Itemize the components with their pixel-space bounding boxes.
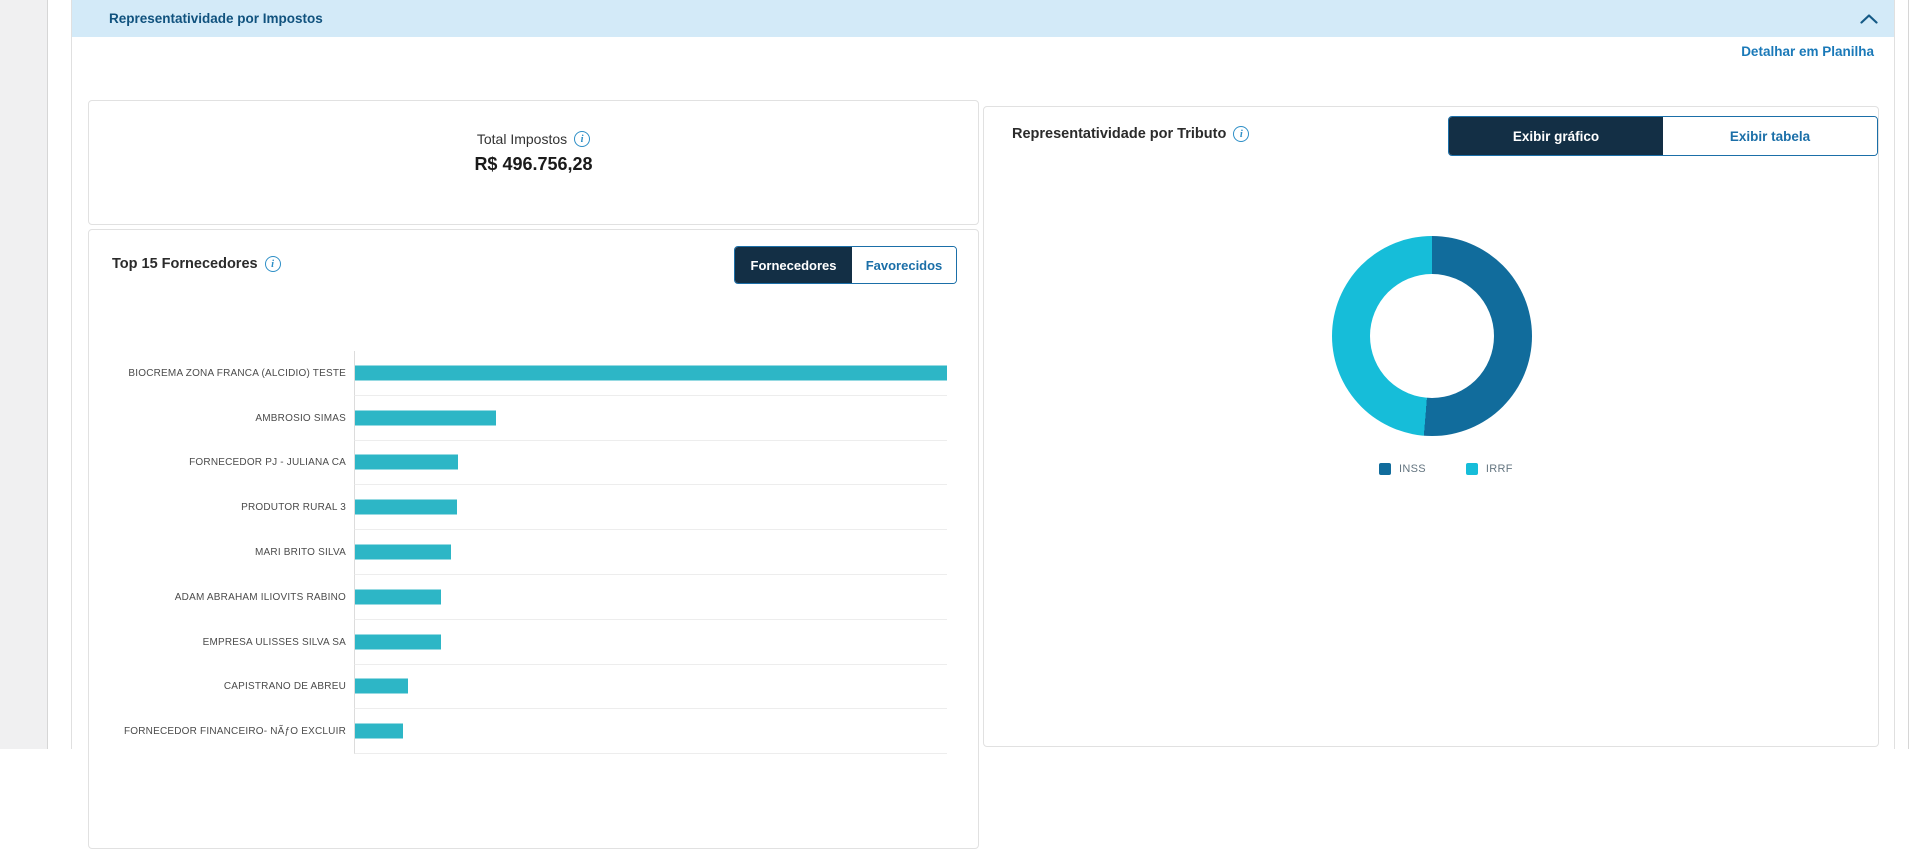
bar-category-label: BIOCREMA ZONA FRANCA (ALCIDIO) TESTE <box>128 367 346 379</box>
left-sidebar-strip <box>0 0 48 749</box>
bar-value <box>355 544 451 560</box>
bar-track <box>354 440 947 486</box>
bar-row: AMBROSIO SIMAS <box>89 395 947 441</box>
impostos-panel: Representatividade por Impostos Detalhar… <box>71 0 1895 849</box>
bar-value <box>355 454 458 470</box>
panel-header-representatividade-impostos[interactable]: Representatividade por Impostos <box>72 0 1894 37</box>
legend-item-inss[interactable]: INSS <box>1379 463 1426 475</box>
top-fornecedores-title: Top 15 Fornecedores <box>112 256 258 272</box>
bar-value <box>355 499 457 515</box>
bar-category-label: PRODUTOR RURAL 3 <box>241 502 346 514</box>
bar-row: FORNECEDOR FINANCEIRO- NÃƒO EXCLUIR <box>89 709 947 755</box>
grafico-tabela-toggle: Exibir gráfico Exibir tabela <box>1448 116 1878 156</box>
toggle-exibir-grafico-button[interactable]: Exibir gráfico <box>1449 117 1663 155</box>
bar-row: EMPRESA ULISSES SILVA SA <box>89 619 947 665</box>
legend-label: IRRF <box>1485 463 1513 475</box>
info-icon[interactable]: i <box>574 131 591 147</box>
toggle-fornecedores-button[interactable]: Fornecedores <box>735 247 852 283</box>
donut-legend: INSS IRRF <box>1379 463 1513 475</box>
info-icon[interactable]: i <box>264 256 281 272</box>
bar-track <box>354 351 947 396</box>
bar-track <box>354 574 947 620</box>
legend-swatch-icon <box>1379 463 1391 475</box>
bar-row: MARI BRITO SILVA <box>89 530 947 575</box>
bar-category-label: FORNECEDOR FINANCEIRO- NÃƒO EXCLUIR <box>123 726 346 738</box>
bar-value <box>355 723 403 739</box>
bar-row: FORNECEDOR PJ - JULIANA CA <box>89 440 947 486</box>
bar-category-label: CAPISTRANO DE ABREU <box>223 681 346 693</box>
bar-value <box>355 410 497 426</box>
bar-value <box>355 634 441 650</box>
bar-row: ADAM ABRAHAM ILIOVITS RABINO <box>89 574 947 620</box>
bar-category-label: AMBROSIO SIMAS <box>255 412 346 424</box>
fornecedores-favorecidos-toggle: Fornecedores Favorecidos <box>734 246 957 284</box>
bar-row: CAPISTRANO DE ABREU <box>89 664 947 710</box>
legend-swatch-icon <box>1465 463 1478 475</box>
bar-track <box>354 530 947 575</box>
top-fornecedores-card: Top 15 Fornecedores i Fornecedores Favor… <box>88 229 979 849</box>
total-impostos-value: R$ 496.756,28 <box>474 154 593 174</box>
bar-category-label: FORNECEDOR PJ - JULIANA CA <box>189 457 346 469</box>
tributo-card: Representatividade por Tributo i Exibir … <box>983 106 1879 747</box>
toggle-favorecidos-button[interactable]: Favorecidos <box>852 247 956 283</box>
fornecedores-bar-chart: BIOCREMA ZONA FRANCA (ALCIDIO) TESTE AMBR… <box>89 351 947 755</box>
bar-row: BIOCREMA ZONA FRANCA (ALCIDIO) TESTE <box>89 351 947 396</box>
panel-title: Representatividade por Impostos <box>109 11 323 26</box>
total-impostos-card: Total Impostos i R$ 496.756,28 <box>88 100 979 225</box>
bar-track <box>354 485 947 531</box>
page-right-divider <box>1908 0 1909 749</box>
toggle-exibir-tabela-button[interactable]: Exibir tabela <box>1663 117 1877 155</box>
chevron-up-icon[interactable] <box>1860 13 1878 24</box>
bar-value <box>355 365 947 381</box>
legend-label: INSS <box>1399 463 1426 475</box>
bar-track <box>354 395 947 441</box>
info-icon[interactable]: i <box>1233 126 1250 142</box>
bar-track <box>354 664 947 710</box>
bar-track <box>354 619 947 665</box>
detalhar-em-planilha-link[interactable]: Detalhar em Planilha <box>1741 44 1874 59</box>
bar-value <box>355 589 441 605</box>
bar-row: PRODUTOR RURAL 3 <box>89 485 947 531</box>
bar-category-label: ADAM ABRAHAM ILIOVITS RABINO <box>174 591 346 603</box>
donut-hole <box>1370 274 1494 398</box>
bar-value <box>355 678 408 694</box>
bar-category-label: EMPRESA ULISSES SILVA SA <box>202 636 346 648</box>
bar-category-label: MARI BRITO SILVA <box>255 547 346 559</box>
tributo-donut-chart <box>1332 236 1532 436</box>
tributo-title: Representatividade por Tributo <box>1012 126 1227 142</box>
legend-item-irrf[interactable]: IRRF <box>1465 463 1513 475</box>
total-impostos-label: Total Impostos <box>476 131 568 147</box>
bar-track <box>354 709 947 755</box>
